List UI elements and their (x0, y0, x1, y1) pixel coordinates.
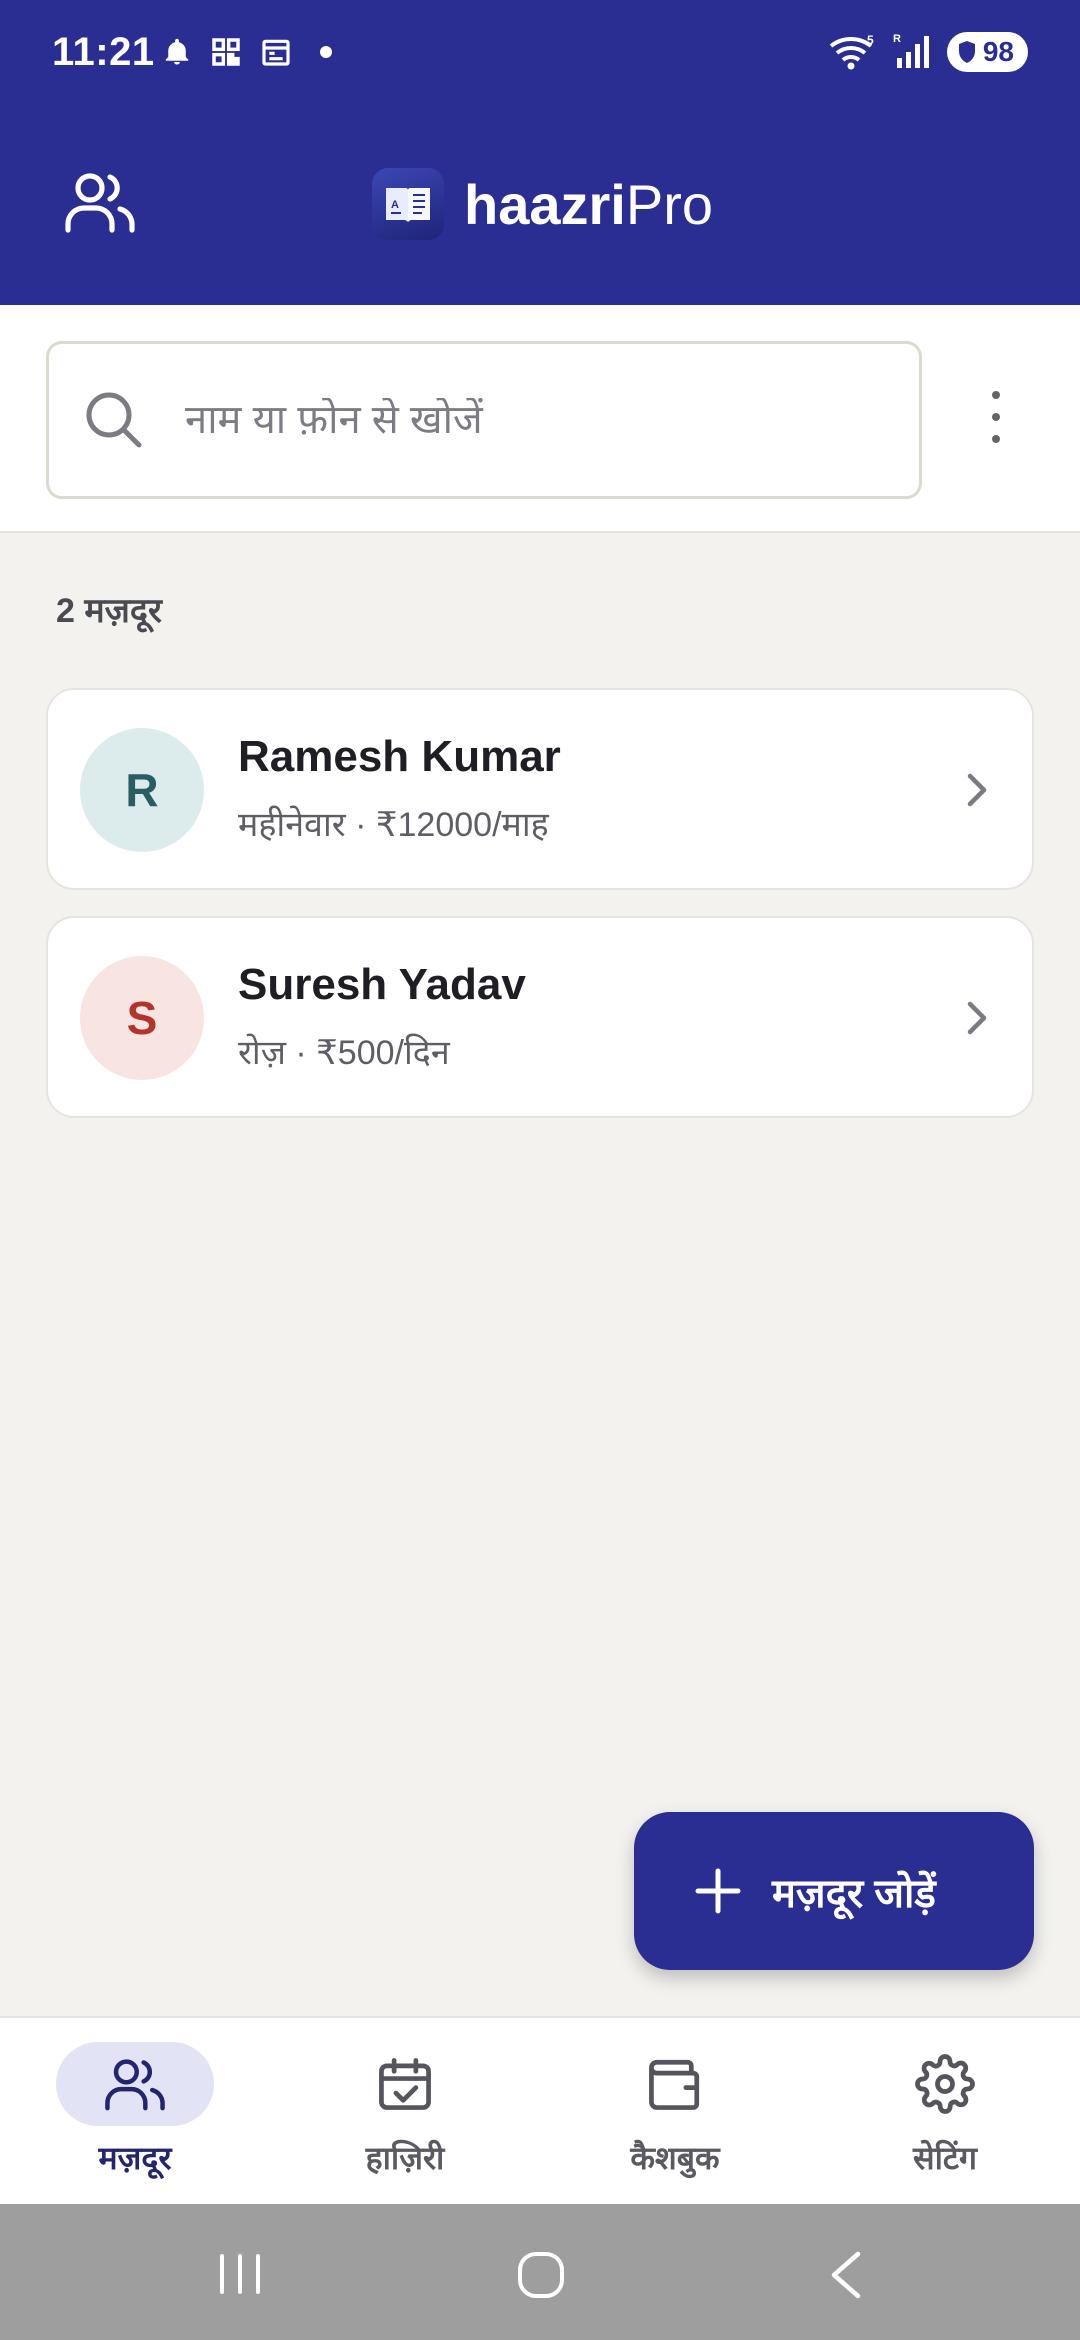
nav-item-attendance[interactable]: हाज़िरी (270, 2018, 540, 2206)
battery-level: 98 (982, 36, 1014, 67)
kebab-dot (992, 435, 1000, 443)
kebab-dot (992, 391, 1000, 399)
nav-item-workers[interactable]: मज़दूर (0, 2018, 270, 2206)
kebab-dot (992, 413, 1000, 421)
nav-item-settings[interactable]: सेटिंग (810, 2018, 1080, 2206)
back-button[interactable] (826, 2250, 866, 2300)
status-system-icons: 5 R 98 (827, 32, 1028, 72)
nav-label: हाज़िरी (365, 2140, 445, 2176)
shield-icon (958, 41, 975, 63)
app-logo: A (372, 168, 444, 240)
roaming-label: R (893, 33, 901, 45)
worker-pay-info: महीनेवार · ₹12000/माह (238, 806, 549, 844)
nav-label: सेटिंग (912, 2140, 978, 2176)
avatar: S (80, 956, 204, 1080)
nav-active-indicator (56, 2042, 214, 2126)
status-time: 11:21 (52, 30, 155, 74)
app-title-bold: haazri (464, 172, 626, 236)
app-title-light: Pro (625, 172, 714, 236)
calendar-status-icon (262, 39, 290, 66)
bell-icon (165, 38, 189, 65)
worker-card-ramesh[interactable]: R Ramesh Kumar महीनेवार · ₹12000/माह (46, 688, 1034, 890)
avatar: R (80, 728, 204, 852)
plus-icon (695, 1868, 741, 1914)
worker-name: Ramesh Kumar (238, 732, 561, 781)
worker-card-suresh[interactable]: S Suresh Yadav रोज़ · ₹500/दिन (46, 916, 1034, 1118)
book-logo-icon: A (386, 188, 430, 222)
signal-icon: R (893, 33, 929, 68)
app-grid-icon (212, 38, 240, 66)
users-icon (65, 173, 135, 233)
home-button[interactable] (516, 2250, 566, 2300)
app-title: haazriPro (464, 172, 713, 237)
system-navigation-bar (0, 2204, 1080, 2340)
chevron-right-icon (967, 773, 987, 807)
calendar-check-icon (379, 2058, 431, 2110)
nav-item-cashbook[interactable]: कैशबुक (540, 2018, 810, 2206)
bottom-navigation: मज़दूर हाज़िरी कैशबुक सेटिंग (0, 2016, 1080, 2204)
app-screen: 11:21 5 R 98 A haazriPro नाम या फ़ोन से … (0, 0, 1080, 2340)
chevron-right-icon (967, 1001, 987, 1035)
search-box[interactable] (46, 341, 922, 499)
brand: A haazriPro (372, 168, 713, 240)
nav-label: मज़दूर (98, 2140, 172, 2176)
search-bar-area (0, 305, 1080, 533)
battery-indicator: 98 (946, 32, 1028, 72)
svg-text:A: A (391, 199, 399, 211)
status-notification-icons (162, 36, 332, 68)
recent-apps-button[interactable] (216, 2250, 264, 2298)
wifi-icon: 5 (829, 33, 874, 70)
more-options-button[interactable] (992, 391, 1000, 443)
wallet-icon (649, 2059, 700, 2110)
gear-icon (915, 2054, 975, 2114)
nav-label: कैशबुक (630, 2140, 720, 2176)
worker-name: Suresh Yadav (238, 960, 526, 1009)
status-more-dot (320, 46, 332, 58)
app-header: 11:21 5 R 98 A haazriPro (0, 0, 1080, 305)
add-worker-label: मज़दूर जोड़ें (772, 1871, 936, 1916)
users-icon (105, 2059, 165, 2111)
worker-pay-info: रोज़ · ₹500/दिन (238, 1034, 450, 1072)
search-input[interactable] (185, 397, 845, 443)
worker-count: 2 मज़दूर (56, 592, 162, 630)
network-type-label: 5 (867, 33, 874, 47)
search-icon (86, 392, 142, 448)
add-worker-button[interactable]: मज़दूर जोड़ें (634, 1812, 1034, 1970)
users-menu-button[interactable] (64, 170, 136, 239)
